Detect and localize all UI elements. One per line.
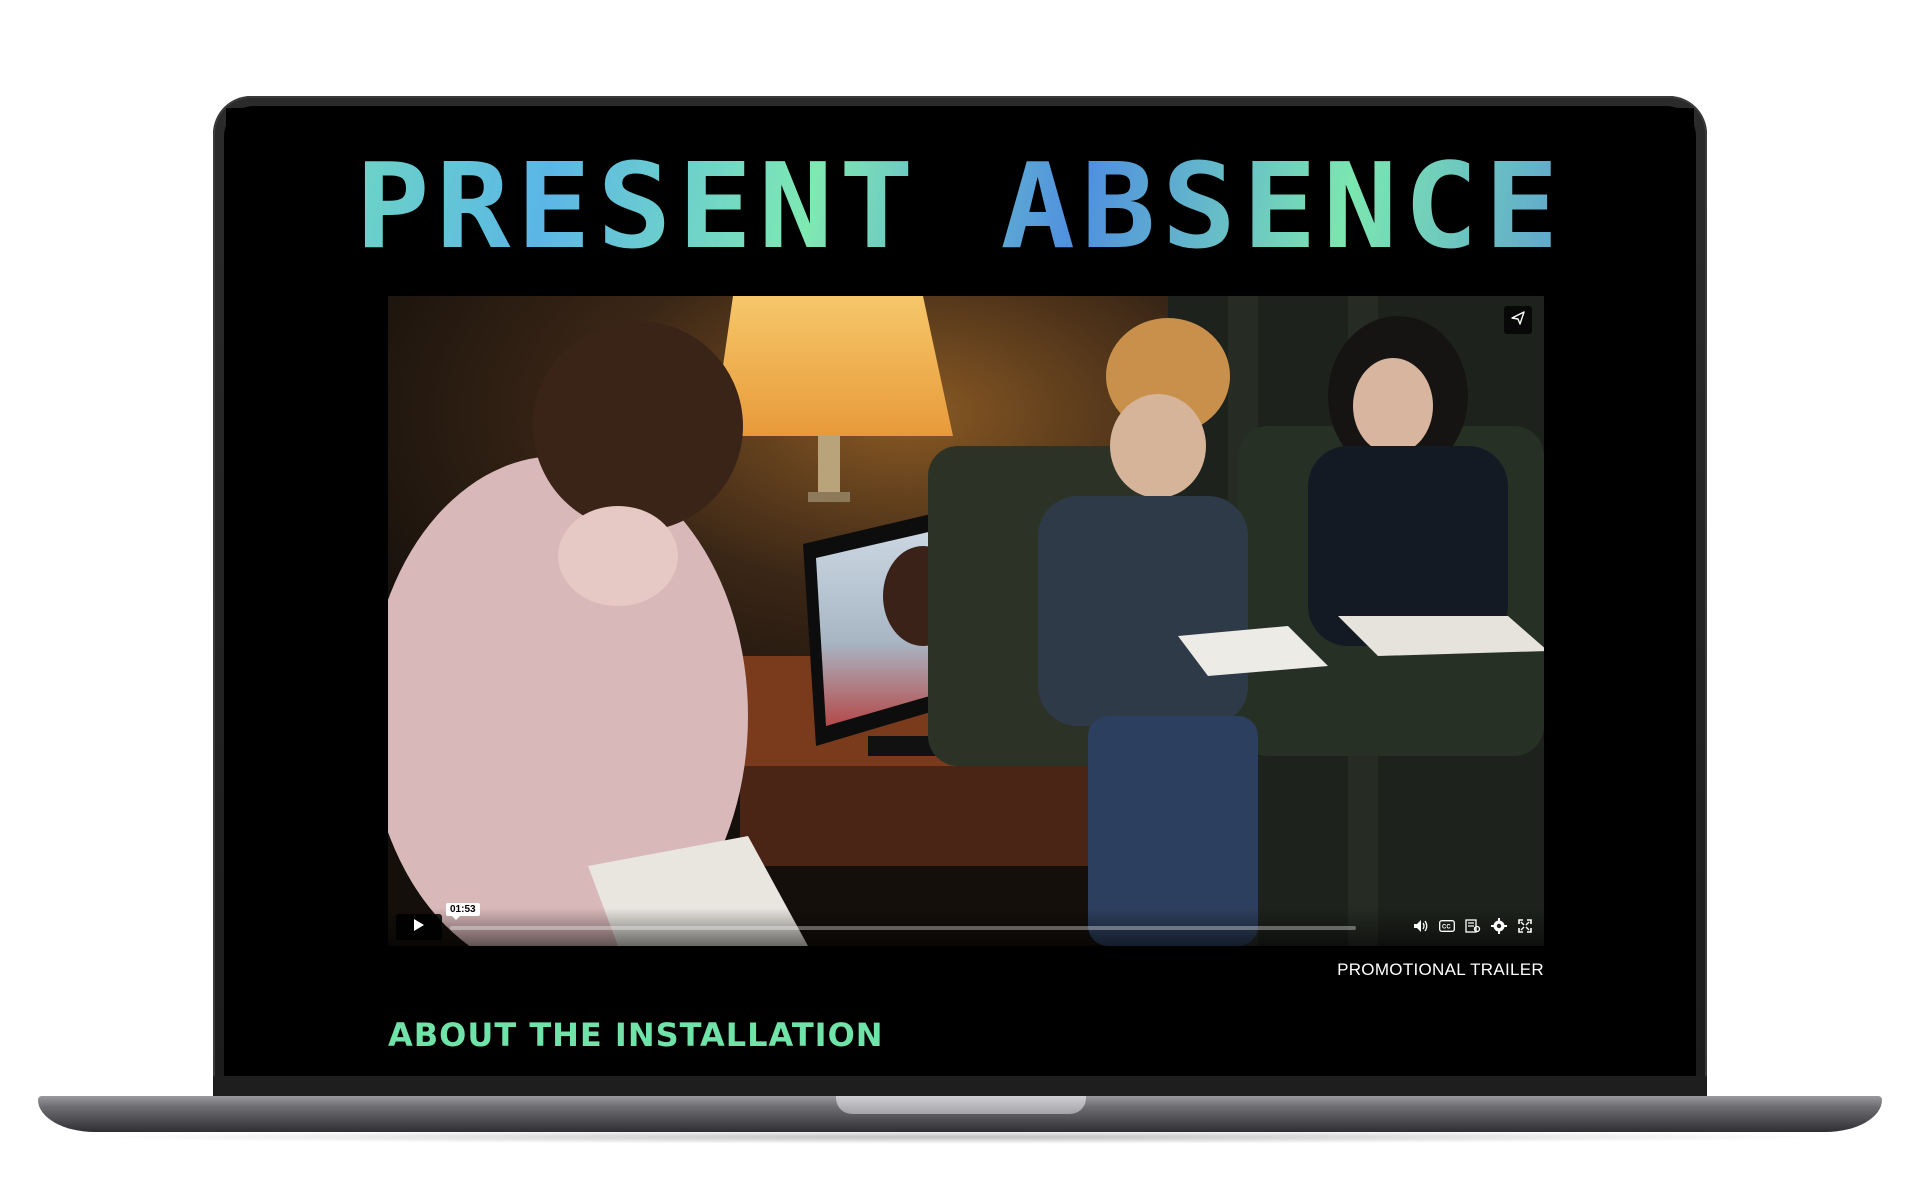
video-frame[interactable]: [388, 296, 1544, 946]
play-icon: [413, 918, 425, 937]
current-time-badge: 01:53: [446, 903, 480, 920]
player-icon-group: CC: [1412, 917, 1534, 939]
laptop-screen: PRESENT ABSENCE 01:53 CC PROMOTIONAL TRA…: [226, 108, 1694, 1076]
play-button[interactable]: [396, 914, 442, 940]
progress-bar[interactable]: [450, 926, 1356, 930]
laptop-shadow: [80, 1130, 1840, 1144]
video-player[interactable]: 01:53 CC: [388, 296, 1544, 946]
fullscreen-button[interactable]: [1516, 918, 1534, 938]
section-heading: ABOUT THE INSTALLATION: [388, 1016, 884, 1054]
volume-icon: [1413, 919, 1429, 938]
svg-text:CC: CC: [1442, 925, 1451, 931]
laptop-hinge-notch: [836, 1096, 1086, 1114]
page-title: PRESENT ABSENCE: [226, 145, 1694, 269]
volume-button[interactable]: [1412, 919, 1430, 937]
gear-icon: [1491, 917, 1507, 939]
fullscreen-icon: [1518, 918, 1532, 938]
screen-bottom-bezel: [213, 1076, 1707, 1096]
video-caption: PROMOTIONAL TRAILER: [1337, 960, 1544, 979]
transcript-icon: [1465, 918, 1481, 938]
video-controls: 01:53 CC: [388, 903, 1544, 946]
closed-captions-icon: CC: [1439, 919, 1455, 937]
captions-button[interactable]: CC: [1438, 919, 1456, 937]
share-button[interactable]: [1504, 306, 1532, 334]
laptop-mockup: PRESENT ABSENCE 01:53 CC PROMOTIONAL TRA…: [0, 0, 1920, 1188]
transcript-button[interactable]: [1464, 918, 1482, 938]
share-icon: [1511, 310, 1525, 330]
settings-button[interactable]: [1490, 917, 1508, 939]
